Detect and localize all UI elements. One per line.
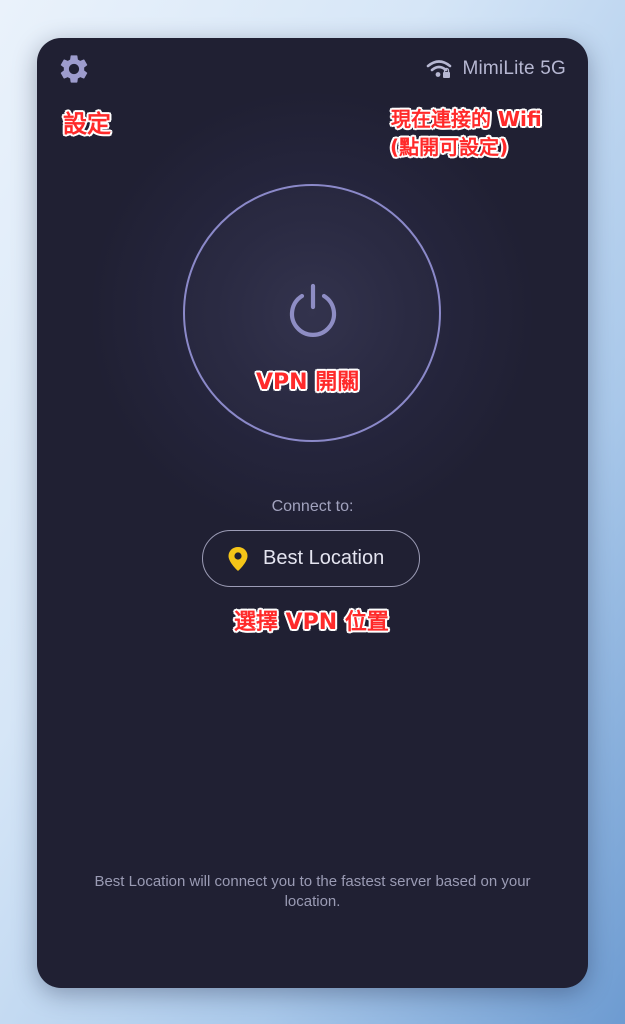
location-label: Best Location <box>263 547 385 569</box>
wifi-status-button[interactable]: MimiLite 5G <box>426 56 566 82</box>
annotation-vpn-switch: VPN 開關 <box>256 370 360 395</box>
wifi-lock-icon <box>427 60 452 78</box>
vpn-app-window: MimiLite 5G Connect to: Best Location Be… <box>37 38 588 988</box>
connect-to-label: Connect to: <box>271 498 354 515</box>
annotation-settings: 設定 <box>63 110 111 138</box>
gear-icon[interactable] <box>57 52 91 86</box>
annotation-wifi-line1: 現在連接的 Wifi <box>391 107 542 131</box>
wifi-network-name: MimiLite 5G <box>462 58 566 79</box>
map-pin-icon <box>228 546 248 571</box>
location-select-button[interactable]: Best Location <box>202 530 420 587</box>
power-icon <box>289 283 337 337</box>
annotation-wifi-line2: (點開可設定) <box>390 135 509 159</box>
footer-note: Best Location will connect you to the fa… <box>94 873 531 910</box>
annotation-select-location: 選擇 VPN 位置 <box>234 610 389 635</box>
